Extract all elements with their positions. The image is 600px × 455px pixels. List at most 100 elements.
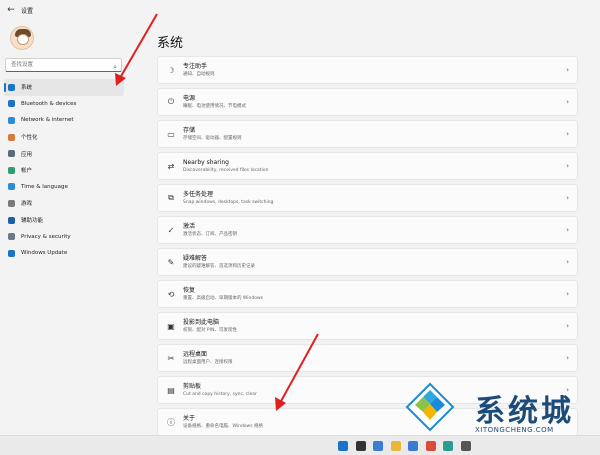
- sidebar-item[interactable]: Privacy & security: [4, 228, 124, 245]
- sidebar-item[interactable]: Network & internet: [4, 112, 124, 129]
- privacy-icon: [8, 233, 15, 241]
- settings-card[interactable]: ⇄ Nearby sharing Discoverability, received…: [157, 152, 578, 180]
- chevron-right-icon: ›: [566, 162, 569, 170]
- system-icon: [8, 83, 15, 91]
- settings-card-title: 多任务处理: [183, 190, 214, 198]
- title-bar: ← 设置: [0, 0, 600, 20]
- bluetooth-icon: [8, 100, 15, 108]
- settings-card[interactable]: ▭ 存储 存储空间、驱动器、配置规则 ›: [157, 120, 578, 148]
- settings-card[interactable]: ⏻ 电源 睡眠、电池使用情况、节电模式 ›: [157, 88, 578, 116]
- settings-card-text: 远程桌面 远程桌面用户、连接权限: [183, 351, 577, 366]
- settings-card-title: 专注助手: [183, 62, 208, 70]
- settings-card[interactable]: ⟲ 恢复 重置、高级启动、早期版本的 Windows ›: [157, 280, 578, 308]
- recovery-icon: ⟲: [167, 289, 175, 299]
- clipboard-icon: ▤: [167, 385, 175, 395]
- settings-card-text: 恢复 重置、高级启动、早期版本的 Windows: [183, 287, 577, 302]
- app-title: 设置: [21, 7, 34, 15]
- sidebar-item-label: Network & internet: [21, 117, 74, 124]
- projection-icon: ▣: [167, 321, 175, 331]
- sidebar-item[interactable]: 应用: [4, 145, 124, 162]
- sidebar-item[interactable]: Windows Update: [4, 245, 124, 262]
- multitasking-icon: ⧉: [168, 193, 174, 202]
- settings-card-text: 投影到此电脑 权限、配对 PIN、可发现性: [183, 319, 577, 334]
- settings-card-title: 电源: [183, 94, 196, 102]
- remote-desktop-icon: ✂: [167, 353, 175, 363]
- search-icon[interactable]: [355, 441, 366, 451]
- sidebar-item-label: 帐户: [21, 168, 33, 175]
- settings-card-description: 存储空间、驱动器、配置规则: [183, 135, 242, 141]
- sidebar-item-label: 游戏: [21, 201, 33, 208]
- chevron-right-icon: ›: [566, 322, 569, 330]
- store-icon[interactable]: [408, 441, 418, 451]
- settings-card-description: 远程桌面用户、连接权限: [183, 359, 233, 365]
- sidebar-item-label: Time & language: [21, 183, 68, 190]
- sidebar-item[interactable]: Time & language: [4, 179, 124, 196]
- settings-card-title: 恢复: [183, 286, 196, 294]
- settings-icon[interactable]: [460, 441, 471, 451]
- sidebar-item-label: Privacy & security: [21, 233, 71, 240]
- sidebar-item[interactable]: 辅助功能: [4, 212, 124, 229]
- watermark: 系统城 XITONGCHENG.COM: [405, 382, 595, 442]
- back-arrow-icon[interactable]: ←: [3, 2, 19, 18]
- settings-card-description: 重置、高级启动、早期版本的 Windows: [183, 295, 264, 301]
- sidebar-item-label: 个性化: [21, 135, 38, 142]
- watermark-url: XITONGCHENG.COM: [475, 426, 554, 434]
- settings-card-text: 电源 睡眠、电池使用情况、节电模式: [183, 95, 577, 110]
- chevron-right-icon: ›: [566, 130, 569, 138]
- settings-card[interactable]: ▣ 投影到此电脑 权限、配对 PIN、可发现性 ›: [157, 312, 578, 340]
- focus-icon: ☽: [167, 65, 175, 75]
- personalization-icon: [8, 133, 15, 141]
- settings-card[interactable]: ✎ 疑难解答 建议的疑难解答、首选项和历史记录 ›: [157, 248, 578, 276]
- chevron-right-icon: ›: [566, 290, 569, 298]
- sidebar-item[interactable]: 游戏: [4, 195, 124, 212]
- settings-card-title: 疑难解答: [183, 254, 208, 262]
- sidebar-item-label: Bluetooth & devices: [21, 100, 77, 107]
- sidebar-item[interactable]: 个性化: [4, 129, 124, 146]
- edge-icon[interactable]: [443, 441, 453, 451]
- chevron-right-icon: ›: [566, 354, 569, 362]
- settings-card[interactable]: ✓ 激活 激活状态、订阅、产品密钥 ›: [157, 216, 578, 244]
- sidebar-item[interactable]: 帐户: [4, 162, 124, 179]
- windows-update-icon: [8, 249, 15, 257]
- avatar[interactable]: [10, 26, 34, 50]
- sidebar-item-label: 系统: [21, 85, 33, 92]
- power-icon: ⏻: [167, 97, 175, 106]
- chevron-right-icon: ›: [566, 66, 569, 74]
- chevron-right-icon: ›: [566, 194, 569, 202]
- widgets-icon[interactable]: [373, 441, 383, 451]
- settings-card[interactable]: ⧉ 多任务处理 Snap windows, desktops, task switc…: [157, 184, 578, 212]
- settings-card-description: 通知、自动规则: [183, 71, 215, 77]
- search-placeholder: 查找设置: [11, 62, 34, 68]
- sidebar-nav: 系统 Bluetooth & devices Network & internet 个…: [4, 79, 124, 262]
- chevron-right-icon: ›: [566, 98, 569, 106]
- settings-card-text: 专注助手 通知、自动规则: [183, 63, 577, 78]
- settings-card-title: 投影到此电脑: [183, 318, 220, 326]
- network-icon: [8, 116, 15, 124]
- settings-card-text: Nearby sharing Discoverability, received …: [183, 159, 577, 174]
- watermark-logo: [405, 382, 455, 432]
- chevron-right-icon: ›: [566, 226, 569, 234]
- settings-card-text: 多任务处理 Snap windows, desktops, task switch…: [183, 191, 577, 206]
- accounts-icon: [8, 166, 15, 174]
- settings-card-title: 远程桌面: [183, 350, 208, 358]
- settings-card-description: Snap windows, desktops, task switching: [183, 199, 274, 205]
- nearby-sharing-icon: ⇄: [167, 161, 175, 171]
- sidebar-item-label: Windows Update: [21, 250, 68, 257]
- sidebar-item-label: 辅助功能: [21, 218, 44, 225]
- sidebar-item[interactable]: 系统: [4, 79, 124, 96]
- search-input[interactable]: 查找设置 ⌕: [5, 58, 122, 72]
- file-explorer-icon[interactable]: [390, 441, 401, 451]
- settings-card[interactable]: ☽ 专注助手 通知、自动规则 ›: [157, 56, 578, 84]
- gaming-icon: [8, 199, 15, 207]
- arrow-to-system: [119, 13, 158, 79]
- settings-card[interactable]: ✂ 远程桌面 远程桌面用户、连接权限 ›: [157, 344, 578, 372]
- start-icon[interactable]: [338, 441, 348, 451]
- sidebar-item-label: 应用: [21, 151, 33, 158]
- chrome-icon[interactable]: [425, 441, 436, 451]
- search-icon: ⌕: [113, 63, 117, 71]
- settings-card-description: Discoverability, received files location: [183, 167, 269, 173]
- about-icon: ⓘ: [167, 417, 175, 427]
- chevron-right-icon: ›: [566, 258, 569, 266]
- sidebar-item[interactable]: Bluetooth & devices: [4, 96, 124, 113]
- page-title: 系统: [157, 36, 184, 51]
